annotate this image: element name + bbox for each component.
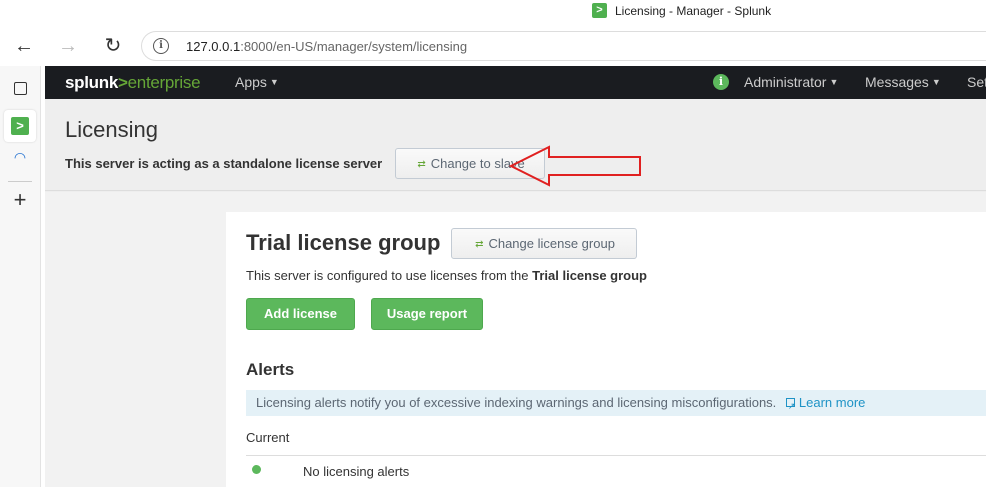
address-bar[interactable]: i 127.0.0.1:8000/en-US/manager/system/li… — [141, 31, 986, 61]
tab-actions-icon[interactable] — [8, 77, 32, 101]
site-info-icon[interactable]: i — [153, 38, 169, 54]
licensing-content: Trial license group ⇄ Change license grou… — [45, 192, 986, 487]
apps-menu[interactable]: Apps ▼ — [235, 74, 279, 90]
sidebar-divider — [8, 181, 32, 182]
administrator-menu[interactable]: Administrator ▼ — [744, 74, 838, 90]
annotation-arrow-icon — [509, 145, 641, 187]
no-alerts-text: No licensing alerts — [303, 464, 410, 479]
external-link-icon — [785, 393, 795, 419]
swap-icon: ⇄ — [417, 159, 426, 170]
license-group-title: Trial license group — [246, 230, 441, 255]
caret-down-icon: ▼ — [931, 77, 941, 87]
splunk-logo[interactable]: splunk>enterprise — [65, 73, 201, 93]
splunk-topnav: splunk>enterprise Apps ▼ i Administrator ▼… — [45, 66, 986, 99]
caret-down-icon: ▼ — [269, 77, 279, 87]
change-license-group-button[interactable]: ⇄ Change license group — [451, 228, 637, 259]
add-tab-icon[interactable]: + — [8, 188, 32, 212]
reload-icon[interactable]: ↻ — [101, 34, 125, 58]
health-status-icon[interactable]: i — [713, 74, 729, 90]
swap-icon: ⇄ — [475, 239, 484, 250]
browser-toolbar: ← → ↻ i 127.0.0.1:8000/en-US/manager/sys… — [0, 26, 986, 66]
server-status-text: This server is acting as a standalone li… — [65, 156, 383, 171]
forward-arrow-icon[interactable]: → — [56, 34, 80, 58]
license-group-panel: Trial license group ⇄ Change license grou… — [226, 212, 986, 487]
license-group-description: This server is configured to use license… — [246, 268, 647, 283]
add-license-button[interactable]: Add license — [246, 298, 355, 330]
caret-down-icon: ▼ — [829, 77, 839, 87]
settings-menu[interactable]: Set — [967, 74, 986, 90]
usage-report-button[interactable]: Usage report — [371, 298, 483, 330]
url-text[interactable]: 127.0.0.1:8000/en-US/manager/system/lice… — [186, 39, 467, 54]
messages-menu[interactable]: Messages ▼ — [865, 74, 941, 90]
loading-spinner-icon: ◠ — [13, 149, 27, 165]
tab-title[interactable]: Licensing - Manager - Splunk — [615, 4, 771, 18]
splunk-tab-icon[interactable]: > — [4, 110, 36, 142]
splunk-app: splunk>enterprise Apps ▼ i Administrator ▼… — [45, 66, 986, 487]
splunk-favicon-icon: > — [592, 3, 607, 18]
current-alerts-label: Current — [246, 430, 290, 445]
alerts-info-bar: Licensing alerts notify you of excessive… — [246, 390, 986, 419]
status-ok-dot-icon — [252, 465, 261, 474]
browser-sidebar: > ◠ + — [0, 66, 41, 487]
browser-titlebar: > Licensing - Manager - Splunk — [0, 0, 986, 26]
divider — [246, 455, 986, 456]
alerts-heading: Alerts — [246, 360, 295, 379]
back-arrow-icon[interactable]: ← — [12, 34, 36, 58]
learn-more-link[interactable]: Learn more — [785, 393, 865, 419]
page-title: Licensing — [65, 117, 158, 142]
